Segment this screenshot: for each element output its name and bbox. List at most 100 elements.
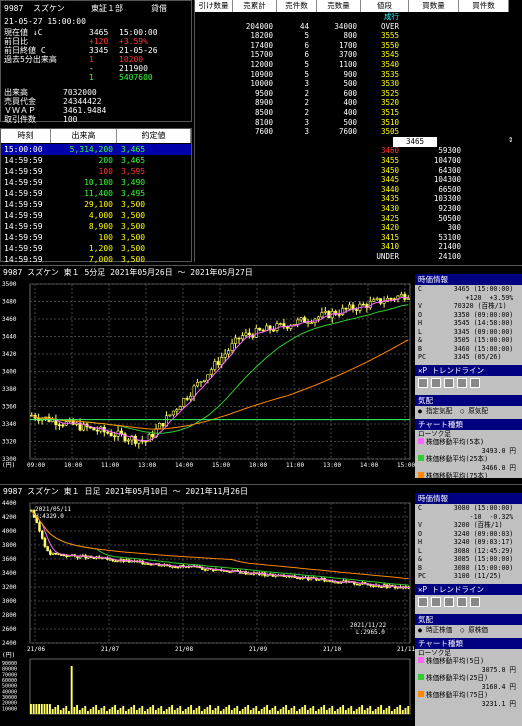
trendline-header[interactable]: ✕P トレンドライン xyxy=(415,364,522,376)
tool-icon[interactable] xyxy=(457,596,467,607)
col-volume[interactable]: 出来高 xyxy=(51,129,117,143)
tech-item[interactable]: 3160.4 円 xyxy=(415,683,522,692)
candle-body xyxy=(247,572,250,575)
tech-item[interactable]: 株価移動平均(25本) xyxy=(415,455,522,464)
series-swatch-icon xyxy=(418,472,424,478)
volume-bar xyxy=(122,706,125,714)
tech-item[interactable]: ローソク足 xyxy=(415,430,522,439)
tech-item[interactable]: 株価移動平均(5本) xyxy=(415,438,522,447)
tech-item[interactable]: 3466.0 円 xyxy=(415,464,522,473)
tech-item[interactable]: ローソク足 xyxy=(415,649,522,658)
volume-bar xyxy=(62,708,65,714)
candle-body xyxy=(389,298,393,300)
candle-body xyxy=(146,563,150,565)
tool-icon[interactable] xyxy=(444,596,454,607)
x-tick-label: 14:00 xyxy=(360,462,378,469)
trade-price: 3,500 xyxy=(121,233,146,242)
col-price[interactable]: 約定値 xyxy=(117,129,191,143)
tool-icon[interactable] xyxy=(444,377,454,388)
volume-bar xyxy=(388,706,391,714)
tech-item[interactable]: 株価移動平均(75本) xyxy=(415,472,522,481)
y-tick-label: 3000 xyxy=(2,598,17,605)
candle-body xyxy=(160,564,163,567)
tool-icon[interactable] xyxy=(431,377,441,388)
daily-side-panel: 時価情報 C 3080 (15:00:00) -10 -0.32% V 3200 (… xyxy=(415,493,522,726)
volume-bar xyxy=(217,706,220,714)
trade-row[interactable]: 14:59:59 7,000 3,500 xyxy=(1,254,191,265)
volume-bar xyxy=(228,705,231,714)
tech-item[interactable]: 株価移動平均(75日) xyxy=(415,691,522,700)
x-tick-label: 10:00 xyxy=(249,462,267,469)
candle-body xyxy=(325,580,329,582)
book-row[interactable]: UNDER 24100 xyxy=(195,252,515,263)
col-time[interactable]: 時刻 xyxy=(1,129,51,143)
volume-bar xyxy=(76,705,79,714)
trade-row[interactable]: 14:59:59 100 3,500 xyxy=(1,232,191,243)
volume-bar xyxy=(328,708,331,714)
low-annotation-value: L:2965.0 xyxy=(356,629,385,636)
trade-row[interactable]: 14:59:59 11,400 3,495 xyxy=(1,188,191,199)
book-col-header[interactable]: 引け数量 xyxy=(195,0,233,12)
daily-chart-plot[interactable]: 4400 4200 4000 3800 3600 3400 3200 3000 2800 2600… xyxy=(0,499,415,726)
book-col-header[interactable]: 値段 xyxy=(361,0,409,12)
book-col-header[interactable]: 買件数 xyxy=(459,0,509,12)
candle-body xyxy=(282,323,286,327)
trade-row[interactable]: 14:59:59 8,900 3,500 xyxy=(1,221,191,232)
side-row: & 3085 (15:00:00) xyxy=(418,555,514,563)
intraday-chart-plot[interactable]: 3500 3480 3460 3440 3420 3400 3380 3360 3340 3320… xyxy=(0,280,415,478)
tech-item[interactable]: 株価移動平均(25日) xyxy=(415,674,522,683)
kehai-option-1[interactable]: ● 指定気配 xyxy=(418,407,460,415)
book-col-header[interactable]: 売件数 xyxy=(277,0,317,12)
kehai-option-2[interactable]: ○ 原気配 xyxy=(460,407,488,415)
tech-item-label: 株価移動平均(75本) xyxy=(426,472,489,480)
tool-icon[interactable] xyxy=(457,377,467,388)
volume-bar xyxy=(179,706,182,714)
trade-row[interactable]: 15:00:00 5,314,200 3,465 xyxy=(1,144,191,155)
volume-y-tick: 10000 xyxy=(2,706,17,712)
book-col-header[interactable]: 買数量 xyxy=(409,0,459,12)
book-col-header[interactable]: 売数量 xyxy=(317,0,361,12)
kehai-option-1[interactable]: ● 時正株価 xyxy=(418,626,460,634)
candle-body xyxy=(275,323,279,331)
tech-item[interactable]: 3075.0 円 xyxy=(415,666,522,675)
trade-row[interactable]: 14:59:59 100 3,595 xyxy=(1,166,191,177)
trade-row[interactable]: 14:59:59 29,100 3,500 xyxy=(1,199,191,210)
trendline-header[interactable]: ✕P トレンドライン xyxy=(415,583,522,595)
tech-item[interactable]: 3231.1 円 xyxy=(415,700,522,709)
volume-bar xyxy=(312,706,315,714)
quote-row-extra: 5407600 xyxy=(119,73,153,82)
quote-row-extra: 21-05-26 xyxy=(119,46,158,55)
trade-row[interactable]: 14:59:59 10,100 3,490 xyxy=(1,177,191,188)
volume-bar xyxy=(255,706,258,714)
tool-icon[interactable] xyxy=(470,377,480,388)
y-tick-label: 3360 xyxy=(2,404,17,411)
trade-row[interactable]: 14:59:59 1,200 3,500 xyxy=(1,243,191,254)
candle-body xyxy=(223,353,227,358)
splitter-handle-icon[interactable]: ⇕ xyxy=(508,135,513,145)
side-row: O 3350 (09:00:00) xyxy=(418,310,514,319)
volume-bar xyxy=(358,707,361,714)
tool-icon[interactable] xyxy=(418,377,428,388)
tool-icon[interactable] xyxy=(418,596,428,607)
tool-icon[interactable] xyxy=(470,596,480,607)
trade-row[interactable]: 14:59:59 200 3,465 xyxy=(1,155,191,166)
volume-bar xyxy=(54,707,57,714)
tech-item[interactable]: 3493.0 円 xyxy=(415,447,522,456)
candle-body xyxy=(114,560,117,563)
candle-body xyxy=(126,439,130,442)
tech-item[interactable]: 株価移動平均(5日) xyxy=(415,657,522,666)
tool-icon[interactable] xyxy=(431,596,441,607)
volume-bar xyxy=(350,706,353,714)
quote-panel: 9987 スズケン 東証１部 貸借 21-05-27 15:00:00 現在値 … xyxy=(0,0,192,124)
series-swatch-icon xyxy=(418,657,424,663)
candle-body xyxy=(54,552,58,555)
kehai-options[interactable]: ● 時正株価 ○ 原株価 xyxy=(415,625,522,636)
candle-body xyxy=(375,298,379,300)
book-col-header[interactable]: 売累計 xyxy=(233,0,277,12)
trade-price: 3,500 xyxy=(121,255,146,264)
kehai-option-2[interactable]: ○ 原株価 xyxy=(460,626,488,634)
trade-row[interactable]: 14:59:59 4,000 3,500 xyxy=(1,210,191,221)
volume-bar xyxy=(325,710,328,714)
kehai-options[interactable]: ● 指定気配 ○ 原気配 xyxy=(415,406,522,417)
candle-body xyxy=(59,554,63,556)
